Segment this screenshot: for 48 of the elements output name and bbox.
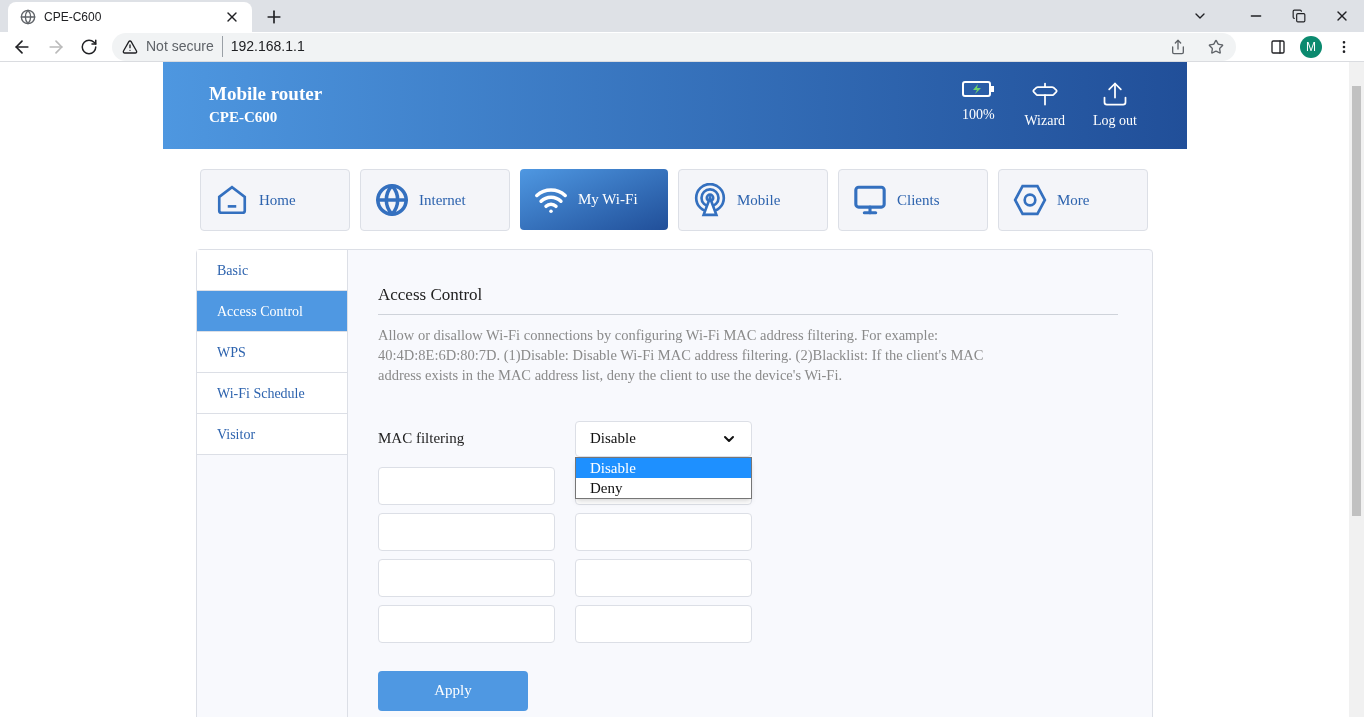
nav-tab[interactable]: My Wi-Fi — [520, 169, 668, 230]
description-text: Allow or disallow Wi-Fi connections by configuring Wi-Fi MAC address filtering. For example: 40:4D:8E:6D:80:7D. (1)Disable: Disable Wi-Fi MAC address filtering. (2)Blacklist: If the client's MAC address exists in the MAC address list, deny the client to use the device's Wi-Fi. — [378, 325, 985, 385]
header-action[interactable]: Log out — [1089, 80, 1141, 131]
sidebar-item[interactable]: WPS — [197, 332, 347, 373]
url-text: 192.168.1.1 — [230, 37, 305, 56]
side-panel-icon[interactable] — [1270, 38, 1286, 55]
mac-address-field[interactable] — [378, 558, 555, 597]
upload-icon — [1101, 80, 1129, 108]
sidebar-item[interactable]: Wi-Fi Schedule — [197, 373, 347, 414]
globe-icon — [375, 183, 409, 217]
security-label: Not secure — [146, 36, 223, 57]
signpost-icon — [1030, 80, 1059, 108]
reload-icon[interactable] — [80, 37, 98, 56]
nav-tab[interactable]: Internet — [360, 169, 510, 231]
nav-tab[interactable]: More — [998, 169, 1148, 231]
share-icon[interactable] — [1170, 38, 1186, 55]
warning-icon — [122, 38, 138, 55]
nav-tab[interactable]: Mobile — [678, 169, 828, 231]
star-icon[interactable] — [1208, 38, 1224, 55]
antenna-icon — [693, 183, 727, 217]
model-name: CPE-C600 — [209, 108, 279, 128]
monitor-icon — [853, 183, 887, 217]
house-icon — [215, 183, 249, 217]
mac-address-field[interactable] — [378, 512, 555, 551]
mac-filtering-select[interactable]: Disable — [575, 420, 752, 457]
header-title: Mobile router — [209, 82, 323, 107]
hexagon-icon — [1013, 183, 1047, 217]
nav-tab[interactable]: Clients — [838, 169, 988, 231]
globe-icon — [20, 9, 36, 25]
mac-address-field[interactable] — [575, 604, 752, 643]
field-label: MAC filtering — [378, 429, 466, 449]
sidebar-item[interactable]: Visitor — [197, 414, 347, 455]
sidebar-item[interactable]: Basic — [197, 250, 347, 291]
nav-tab[interactable]: Home — [200, 169, 350, 231]
mac-address-field[interactable] — [575, 512, 752, 551]
address-bar[interactable]: Not secure 192.168.1.1 — [112, 32, 1236, 61]
battery-charging-icon — [961, 80, 996, 98]
header-action[interactable]: Wizard — [1020, 80, 1070, 131]
mac-address-field[interactable] — [378, 604, 555, 643]
section-heading: Access Control — [378, 282, 1118, 315]
profile-avatar[interactable]: M — [1300, 35, 1322, 58]
dropdown-option[interactable]: Disable — [576, 457, 751, 478]
battery-percent: 100% — [962, 106, 995, 124]
scrollbar[interactable] — [1349, 62, 1364, 717]
mac-address-field[interactable] — [378, 466, 555, 505]
restore-icon[interactable] — [1292, 9, 1306, 23]
mac-address-field[interactable] — [575, 558, 752, 597]
dropdown-option[interactable]: Deny — [576, 477, 751, 498]
